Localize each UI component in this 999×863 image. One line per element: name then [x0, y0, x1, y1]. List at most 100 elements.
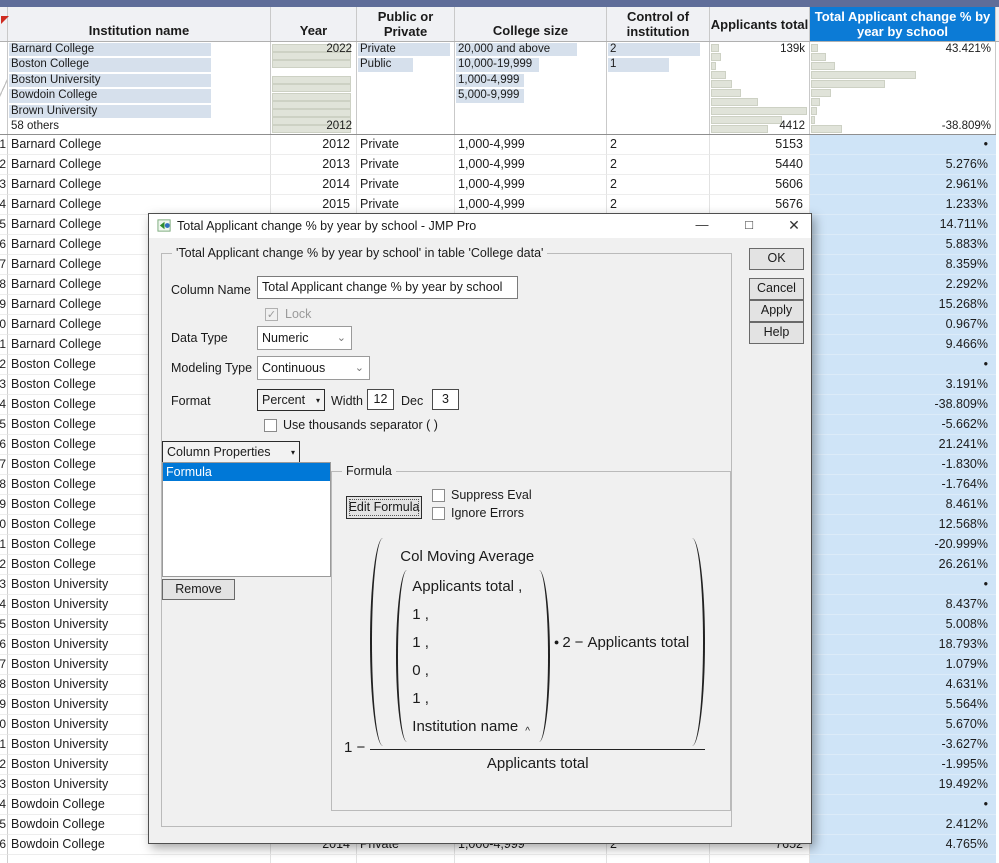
category-row[interactable]: 58 others — [8, 119, 270, 134]
category-row[interactable]: 5,000-9,999 — [455, 88, 606, 103]
format-dropdown[interactable]: ▾ Percent — [257, 389, 325, 411]
cell-pct-change[interactable]: 5.883% — [810, 235, 996, 255]
cell-pct-change[interactable]: -5.662% — [810, 415, 996, 435]
lock-checkbox[interactable]: ✓ — [265, 308, 278, 321]
cell-pct-change[interactable]: -1.764% — [810, 475, 996, 495]
cell-control[interactable]: 2 — [607, 175, 710, 195]
cell-pct-change[interactable]: • — [810, 795, 996, 815]
maximize-button[interactable]: □ — [740, 214, 758, 237]
cell-pct-change[interactable]: • — [810, 135, 996, 155]
cell-pct-change[interactable]: 5.670% — [810, 715, 996, 735]
cell-institution-name[interactable]: Barnard College — [8, 155, 271, 175]
thousands-separator-checkbox[interactable] — [264, 419, 277, 432]
cell-year[interactable]: 2015 — [271, 195, 357, 215]
edit-formula-button[interactable]: Edit Formula — [346, 496, 422, 519]
category-row[interactable]: Private — [357, 42, 454, 57]
summary-institution-name[interactable]: Barnard CollegeBoston CollegeBoston Univ… — [8, 42, 271, 134]
cell-pct-change[interactable]: 12.568% — [810, 515, 996, 535]
cell-college-size[interactable]: 1,000-4,999 — [455, 195, 607, 215]
cell-pct-change[interactable]: 2.961% — [810, 175, 996, 195]
cell-public-private[interactable]: Private — [357, 195, 455, 215]
help-button[interactable]: Help — [749, 322, 804, 344]
dec-input[interactable]: 3 — [432, 389, 459, 410]
header-college-size[interactable]: College size — [455, 7, 607, 41]
summary-control[interactable]: 21 — [607, 42, 710, 134]
header-institution-name[interactable]: Institution name — [8, 7, 271, 41]
cell-public-private[interactable]: Private — [357, 155, 455, 175]
cell-control[interactable]: 2 — [607, 155, 710, 175]
category-row[interactable]: Brown University — [8, 104, 270, 119]
cell-college-size[interactable]: 1,000-4,999 — [455, 155, 607, 175]
cell-pct-change[interactable]: -3.627% — [810, 735, 996, 755]
cell-pct-change[interactable]: 4.765% — [810, 835, 996, 855]
cell-pct-change[interactable]: 5.008% — [810, 615, 996, 635]
header-total-applicant-change[interactable]: Total Applicant change % by year by scho… — [810, 7, 996, 41]
cell-pct-change[interactable]: 21.241% — [810, 435, 996, 455]
category-row[interactable]: 1,000-4,999 — [455, 73, 606, 88]
cell-applicants-total[interactable]: 5606 — [710, 175, 810, 195]
cell-pct-change[interactable]: 18.793% — [810, 635, 996, 655]
cell-applicants-total[interactable]: 5153 — [710, 135, 810, 155]
cell-year[interactable]: 2012 — [271, 135, 357, 155]
cell-pct-change[interactable]: • — [810, 355, 996, 375]
category-row[interactable]: Bowdoin College — [8, 88, 270, 103]
cell-pct-change[interactable]: 1.233% — [810, 195, 996, 215]
cell-pct-change[interactable]: 0.967% — [810, 315, 996, 335]
cell-year[interactable]: 2013 — [271, 155, 357, 175]
cell-institution-name[interactable]: Barnard College — [8, 135, 271, 155]
table-row[interactable]: 1Barnard College2012Private1,000-4,99925… — [0, 135, 996, 155]
data-type-dropdown[interactable]: Numeric ⌄ — [257, 326, 352, 350]
ignore-errors-checkbox[interactable] — [432, 507, 445, 520]
cancel-button[interactable]: Cancel — [749, 278, 804, 300]
apply-button[interactable]: Apply — [749, 300, 804, 322]
corner-header-cell[interactable] — [0, 7, 8, 41]
cell-applicants-total[interactable]: 5676 — [710, 195, 810, 215]
minimize-button[interactable]: — — [693, 214, 711, 237]
ok-button[interactable]: OK — [749, 248, 804, 270]
cell-pct-change[interactable]: 5.276% — [810, 155, 996, 175]
remove-button[interactable]: Remove — [162, 579, 235, 600]
category-row[interactable]: 2 — [607, 42, 709, 57]
dialog-title-bar[interactable]: Total Applicant change % by year by scho… — [149, 214, 811, 238]
red-triangle-icon[interactable] — [1, 16, 9, 24]
cell-pct-change[interactable]: 4.631% — [810, 675, 996, 695]
cell-institution-name[interactable]: Barnard College — [8, 175, 271, 195]
cell-pct-change[interactable]: 9.466% — [810, 335, 996, 355]
cell-college-size[interactable]: 1,000-4,999 — [455, 175, 607, 195]
summary-public-private[interactable]: PrivatePublic — [357, 42, 455, 134]
close-button[interactable]: ✕ — [785, 214, 803, 237]
cell-pct-change[interactable]: -1.830% — [810, 455, 996, 475]
cell-pct-change[interactable]: 19.492% — [810, 775, 996, 795]
cell-public-private[interactable]: Private — [357, 175, 455, 195]
column-properties-dropdown[interactable]: ▾ Column Properties — [162, 441, 300, 463]
cell-year[interactable] — [271, 855, 357, 863]
suppress-eval-checkbox[interactable] — [432, 489, 445, 502]
cell-pct-change[interactable]: 5.564% — [810, 695, 996, 715]
header-public-or-private[interactable]: Public or Private — [357, 7, 455, 41]
header-control-of-institution[interactable]: Control of institution — [607, 7, 710, 41]
cell-college-size[interactable]: 1,000-4,999 — [455, 135, 607, 155]
cell-public-private[interactable]: Private — [357, 135, 455, 155]
category-row[interactable]: 1 — [607, 57, 709, 72]
cell-pct-change[interactable]: 2.292% — [810, 275, 996, 295]
category-row[interactable]: Boston University — [8, 73, 270, 88]
width-input[interactable]: 12 — [367, 389, 394, 410]
cell-pct-change[interactable]: 8.359% — [810, 255, 996, 275]
cell-pct-change[interactable]: 15.268% — [810, 295, 996, 315]
cell-pct-change[interactable]: 26.261% — [810, 555, 996, 575]
header-applicants-total[interactable]: Applicants total — [710, 7, 810, 41]
cell-college-size[interactable] — [455, 855, 607, 863]
cell-pct-change[interactable]: 1.079% — [810, 655, 996, 675]
cell-pct-change[interactable]: • — [810, 575, 996, 595]
cell-pct-change[interactable]: -1.995% — [810, 755, 996, 775]
property-item-formula[interactable]: Formula — [163, 463, 330, 481]
category-row[interactable]: Barnard College — [8, 42, 270, 57]
cell-institution-name[interactable]: Barnard College — [8, 195, 271, 215]
cell-control[interactable]: 2 — [607, 195, 710, 215]
cell-pct-change[interactable]: -38.809% — [810, 395, 996, 415]
cell-public-private[interactable] — [357, 855, 455, 863]
summary-applicants-histogram[interactable]: 139k4412 — [710, 42, 810, 134]
cell-pct-change[interactable]: 8.437% — [810, 595, 996, 615]
properties-listbox[interactable]: Formula — [162, 462, 331, 577]
summary-year-histogram[interactable]: 20222012 — [271, 42, 357, 134]
